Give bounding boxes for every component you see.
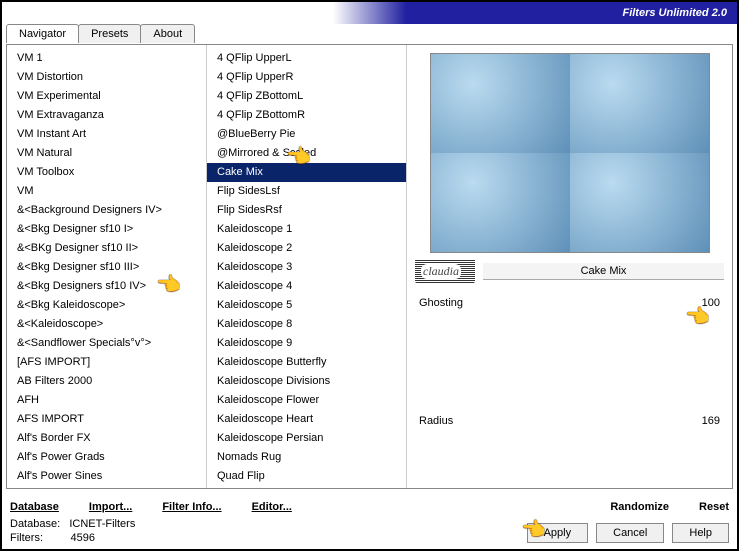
list-item[interactable]: Kaleidoscope Heart [207,410,406,429]
list-item[interactable]: Kaleidoscope 3 [207,258,406,277]
param-ghosting[interactable]: Ghosting 100 [411,289,728,317]
list-item[interactable]: VM Extravaganza [7,106,206,125]
filter-list[interactable]: 4 QFlip UpperL4 QFlip UpperR4 QFlip ZBot… [207,45,407,488]
param-label: Ghosting [419,297,463,309]
list-item[interactable]: VM 1 [7,49,206,68]
list-item[interactable]: Alf's Power Sines [7,467,206,486]
link-import[interactable]: Import... [89,501,132,513]
list-item[interactable]: &<Bkg Designers sf10 IV> [7,277,206,296]
list-item[interactable]: Nomads Rug [207,448,406,467]
list-item[interactable]: @Mirrored & Scaled [207,144,406,163]
list-item[interactable]: VM Natural [7,144,206,163]
list-item[interactable]: 4 QFlip ZBottomL [207,87,406,106]
list-item[interactable]: &<Bkg Designer sf10 I> [7,220,206,239]
bottom-link-bar: Database Import... Filter Info... Editor… [10,501,729,513]
status-db-label: Database: [10,518,60,530]
status-bar: Database: ICNET-Filters Filters: 4596 [10,517,135,545]
list-item[interactable]: Kaleidoscope Butterfly [207,353,406,372]
help-button[interactable]: Help [672,523,729,543]
list-item[interactable]: &<Bkg Kaleidoscope> [7,296,206,315]
tab-strip: Navigator Presets About [6,24,194,43]
list-item[interactable]: Cake Mix [207,163,406,182]
param-label: Radius [419,415,453,427]
list-item[interactable]: Kaleidoscope 9 [207,334,406,353]
list-item[interactable]: AFH [7,391,206,410]
link-editor[interactable]: Editor... [252,501,292,513]
list-item[interactable]: Kaleidoscope 8 [207,315,406,334]
list-item[interactable]: Kaleidoscope Persian [207,429,406,448]
list-item[interactable]: &<Sandflower Specials°v°> [7,334,206,353]
main-content: VM 1VM DistortionVM ExperimentalVM Extra… [6,44,733,489]
link-reset[interactable]: Reset [699,501,729,513]
list-item[interactable]: Kaleidoscope 5 [207,296,406,315]
list-item[interactable]: Flip SidesLsf [207,182,406,201]
list-item[interactable]: VM [7,182,206,201]
list-item[interactable]: VM Experimental [7,87,206,106]
list-item[interactable]: [AFS IMPORT] [7,353,206,372]
list-item[interactable]: VM Toolbox [7,163,206,182]
title-bar: Filters Unlimited 2.0 [2,2,737,24]
list-item[interactable]: Kaleidoscope 1 [207,220,406,239]
app-title: Filters Unlimited 2.0 [622,7,727,19]
preview-panel: Cake Mix Ghosting 100 Radius 169 [407,45,732,488]
list-item[interactable]: @BlueBerry Pie [207,125,406,144]
list-item[interactable]: Alf's Power Toys [7,486,206,488]
param-value: 169 [702,415,720,427]
preview-image [430,53,710,253]
tab-about[interactable]: About [140,24,195,43]
list-item[interactable]: Radial Mirror [207,486,406,488]
cancel-button[interactable]: Cancel [596,523,664,543]
apply-button[interactable]: Apply [527,523,589,543]
tab-navigator[interactable]: Navigator [6,24,79,43]
author-badge [415,259,475,283]
list-item[interactable]: AB Filters 2000 [7,372,206,391]
list-item[interactable]: 4 QFlip UpperL [207,49,406,68]
list-item[interactable]: 4 QFlip UpperR [207,68,406,87]
list-item[interactable]: &<Background Designers IV> [7,201,206,220]
list-item[interactable]: Alf's Power Grads [7,448,206,467]
list-item[interactable]: 4 QFlip ZBottomR [207,106,406,125]
list-item[interactable]: Alf's Border FX [7,429,206,448]
tab-presets[interactable]: Presets [78,24,141,43]
status-db-value: ICNET-Filters [69,518,135,530]
link-database[interactable]: Database [10,501,59,513]
list-item[interactable]: Flip SidesRsf [207,201,406,220]
list-item[interactable]: &<Bkg Designer sf10 III> [7,258,206,277]
link-filterinfo[interactable]: Filter Info... [162,501,221,513]
list-item[interactable]: AFS IMPORT [7,410,206,429]
list-item[interactable]: Quad Flip [207,467,406,486]
list-item[interactable]: Kaleidoscope 2 [207,239,406,258]
param-value: 100 [702,297,720,309]
status-filters-count: 4596 [71,532,95,544]
param-radius[interactable]: Radius 169 [411,407,728,435]
category-list[interactable]: VM 1VM DistortionVM ExperimentalVM Extra… [7,45,207,488]
list-item[interactable]: VM Instant Art [7,125,206,144]
list-item[interactable]: VM Distortion [7,68,206,87]
list-item[interactable]: Kaleidoscope 4 [207,277,406,296]
dialog-buttons: Apply Cancel Help [527,523,729,543]
status-filters-label: Filters: [10,532,43,544]
list-item[interactable]: Kaleidoscope Divisions [207,372,406,391]
current-filter-name: Cake Mix [483,263,724,280]
link-randomize[interactable]: Randomize [610,501,669,513]
list-item[interactable]: &<Kaleidoscope> [7,315,206,334]
list-item[interactable]: Kaleidoscope Flower [207,391,406,410]
list-item[interactable]: &<BKg Designer sf10 II> [7,239,206,258]
